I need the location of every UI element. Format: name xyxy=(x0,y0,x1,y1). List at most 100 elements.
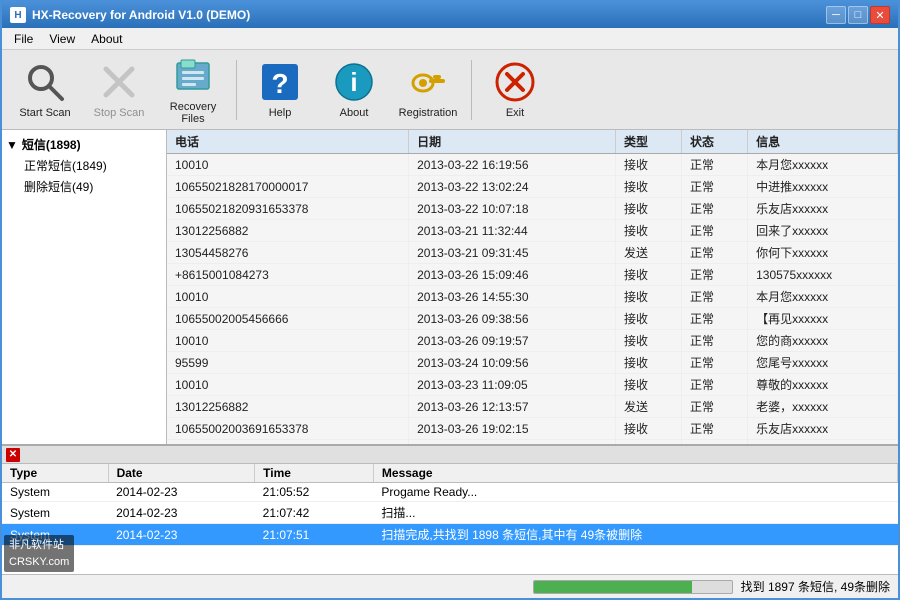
sms-cell-3: 正常 xyxy=(682,242,748,264)
about-button[interactable]: i About xyxy=(319,56,389,124)
maximize-button[interactable]: □ xyxy=(848,6,868,24)
tree-child-normal-label: 正常短信(1849) xyxy=(24,157,107,174)
stop-scan-button[interactable]: Stop Scan xyxy=(84,56,154,124)
menu-about[interactable]: About xyxy=(83,30,130,48)
sms-cell-1: 2013-03-26 09:19:57 xyxy=(409,330,616,352)
help-button[interactable]: ? Help xyxy=(245,56,315,124)
window-title: HX-Recovery for Android V1.0 (DEMO) xyxy=(32,8,250,22)
title-controls: ─ □ ✕ xyxy=(826,6,890,24)
recovery-files-button[interactable]: Recovery Files xyxy=(158,56,228,124)
sms-cell-0: 13012256882 xyxy=(167,220,409,242)
sms-cell-3: 正常 xyxy=(682,220,748,242)
sms-cell-2: 发送 xyxy=(615,242,681,264)
sms-cell-0: 10655002005456666 xyxy=(167,308,409,330)
log-col-type: Type xyxy=(2,464,108,483)
sms-cell-0: 10010 xyxy=(167,154,409,176)
log-row[interactable]: System2014-02-2321:05:52Progame Ready... xyxy=(2,483,898,502)
log-cell-type: System xyxy=(2,502,108,524)
sms-cell-4: 本月您xxxxxx xyxy=(748,154,898,176)
registration-label: Registration xyxy=(399,107,458,119)
sms-cell-3: 正常 xyxy=(682,352,748,374)
toolbar-sep-2 xyxy=(471,60,472,120)
sms-cell-0: 13012256882 xyxy=(167,396,409,418)
log-table-container[interactable]: Type Date Time Message System2014-02-232… xyxy=(2,464,898,574)
col-date: 日期 xyxy=(409,130,616,154)
close-button[interactable]: ✕ xyxy=(870,6,890,24)
sms-row[interactable]: +86150010842732013-03-26 15:09:46接收正常130… xyxy=(167,264,898,286)
log-close-button[interactable]: ✕ xyxy=(6,448,20,462)
sms-cell-3: 正常 xyxy=(682,286,748,308)
exit-button[interactable]: Exit xyxy=(480,56,550,124)
sms-cell-2: 接收 xyxy=(615,154,681,176)
sms-cell-4: 乐友店xxxxxx xyxy=(748,418,898,440)
registration-button[interactable]: Registration xyxy=(393,56,463,124)
sms-cell-3: 正常 xyxy=(682,154,748,176)
log-cell-time: 21:07:42 xyxy=(255,502,374,524)
sms-cell-3: 正常 xyxy=(682,374,748,396)
sms-row[interactable]: 130122568822013-03-21 11:32:44接收正常回来了xxx… xyxy=(167,220,898,242)
sms-row[interactable]: 106550218209316533782013-03-22 10:07:18接… xyxy=(167,198,898,220)
sms-cell-2: 接收 xyxy=(615,330,681,352)
sms-row[interactable]: 130544582762013-03-21 09:31:45发送正常你何下xxx… xyxy=(167,242,898,264)
main-window: H HX-Recovery for Android V1.0 (DEMO) ─ … xyxy=(0,0,900,600)
sms-cell-4: 回来了xxxxxx xyxy=(748,220,898,242)
start-scan-button[interactable]: Start Scan xyxy=(10,56,80,124)
sms-cell-1: 2013-03-26 15:09:46 xyxy=(409,264,616,286)
start-scan-label: Start Scan xyxy=(19,107,70,119)
tree-child-deleted[interactable]: 删除短信(49) xyxy=(2,176,166,197)
log-cell-date: 2014-02-23 xyxy=(108,483,255,502)
sms-cell-2: 接收 xyxy=(615,176,681,198)
log-cell-message: Progame Ready... xyxy=(373,483,897,502)
col-status: 状态 xyxy=(682,130,748,154)
sms-cell-2: 接收 xyxy=(615,308,681,330)
sms-cell-2: 接收 xyxy=(615,286,681,308)
sms-row[interactable]: 106550218281700000172013-03-22 13:02:24接… xyxy=(167,176,898,198)
sms-cell-0: 10655002003691653378 xyxy=(167,418,409,440)
sms-row[interactable]: 100102013-03-26 14:55:30接收正常本月您xxxxxx xyxy=(167,286,898,308)
sms-cell-1: 2013-03-23 11:09:05 xyxy=(409,374,616,396)
log-table-body: System2014-02-2321:05:52Progame Ready...… xyxy=(2,483,898,546)
sms-cell-1: 2013-03-22 13:02:24 xyxy=(409,176,616,198)
menu-view[interactable]: View xyxy=(41,30,83,48)
log-row[interactable]: System2014-02-2321:07:51扫描完成,共找到 1898 条短… xyxy=(2,524,898,546)
sms-row[interactable]: 955992013-03-24 10:09:56接收正常您尾号xxxxxx xyxy=(167,352,898,374)
sms-row[interactable]: 100102013-03-23 11:09:05接收正常尊敬的xxxxxx xyxy=(167,374,898,396)
sms-row[interactable]: 130122568822013-03-26 12:13:57发送正常老婆，xxx… xyxy=(167,396,898,418)
sms-cell-1: 2013-03-22 10:07:18 xyxy=(409,198,616,220)
sms-row[interactable]: 106550020054566662013-03-26 09:38:56接收正常… xyxy=(167,308,898,330)
log-cell-message: 扫描完成,共找到 1898 条短信,其中有 49条被删除 xyxy=(373,524,897,546)
log-cell-time: 21:07:51 xyxy=(255,524,374,546)
menu-file[interactable]: File xyxy=(6,30,41,48)
sms-row[interactable]: 100102013-03-26 09:19:57接收正常您的商xxxxxx xyxy=(167,330,898,352)
sms-cell-0: 10010 xyxy=(167,330,409,352)
log-close-bar: ✕ xyxy=(2,446,898,464)
tree-child-normal[interactable]: 正常短信(1849) xyxy=(2,155,166,176)
sms-cell-4: 您尾号xxxxxx xyxy=(748,352,898,374)
sms-cell-3: 正常 xyxy=(682,308,748,330)
help-icon: ? xyxy=(259,61,301,103)
log-col-message: Message xyxy=(373,464,897,483)
sms-cell-4: 你何下xxxxxx xyxy=(748,242,898,264)
sms-cell-1: 2013-03-26 09:38:56 xyxy=(409,308,616,330)
tree-panel: ▼ 短信(1898) 正常短信(1849) 删除短信(49) xyxy=(2,130,167,444)
sms-cell-1: 2013-03-21 11:32:44 xyxy=(409,220,616,242)
sms-row[interactable]: 106550020036916533782013-03-26 19:02:15接… xyxy=(167,418,898,440)
bottom-panel: ✕ Type Date Time Message System2014-02-2… xyxy=(2,444,898,574)
sms-table: 电话 日期 类型 状态 信息 100102013-03-22 16:19:56接… xyxy=(167,130,898,444)
sms-table-container[interactable]: 电话 日期 类型 状态 信息 100102013-03-22 16:19:56接… xyxy=(167,130,898,444)
toolbar-sep-1 xyxy=(236,60,237,120)
log-cell-type: System xyxy=(2,524,108,546)
col-message: 信息 xyxy=(748,130,898,154)
sms-cell-4: 130575xxxxxx xyxy=(748,264,898,286)
minimize-button[interactable]: ─ xyxy=(826,6,846,24)
log-row[interactable]: System2014-02-2321:07:42扫描... xyxy=(2,502,898,524)
sms-cell-0: 10655021820931653378 xyxy=(167,198,409,220)
sms-cell-4: 中进推xxxxxx xyxy=(748,176,898,198)
log-cell-type: System xyxy=(2,483,108,502)
stop-scan-icon xyxy=(98,61,140,103)
app-icon: H xyxy=(10,7,26,23)
tree-root-item[interactable]: ▼ 短信(1898) xyxy=(2,134,166,155)
sms-cell-0: 95599 xyxy=(167,352,409,374)
menu-bar: File View About xyxy=(2,28,898,50)
sms-row[interactable]: 100102013-03-22 16:19:56接收正常本月您xxxxxx xyxy=(167,154,898,176)
